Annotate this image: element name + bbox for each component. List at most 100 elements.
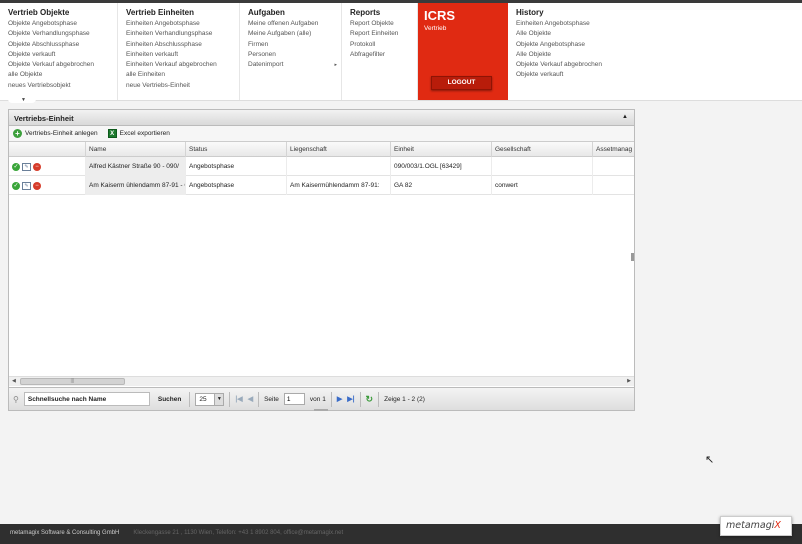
column-header-liegenschaft[interactable]: Liegenschaft [287, 142, 391, 157]
panel-toolbar: + Vertriebs-Einheit anlegen X Excel expo… [9, 126, 634, 142]
history-link[interactable]: Einheiten Angebotsphase [516, 19, 802, 29]
footer-address: Kleckengasse 21 , 1130 Wien, Telefon: +4… [133, 530, 344, 536]
nav-link[interactable]: Objekte Angebotsphase [8, 19, 117, 29]
edit-note-icon[interactable]: ✎ [22, 182, 31, 190]
history-link[interactable]: Alle Objekte [516, 29, 802, 39]
add-einheit-label: Vertriebs-Einheit anlegen [25, 130, 98, 137]
row-actions: ✓ ✎ − [9, 157, 86, 176]
nav-link[interactable]: neue Vertriebs-Einheit [126, 81, 239, 91]
nav-link[interactable]: Meine Aufgaben (alle) [248, 29, 341, 39]
page-size-value: 25 [199, 395, 207, 403]
scrollbar-thumb[interactable]: ||| [20, 378, 125, 385]
chevron-down-icon: ▼ [214, 393, 224, 405]
nav-link[interactable]: Firmen [248, 40, 341, 50]
confirm-icon[interactable]: ✓ [12, 182, 20, 190]
history-link[interactable]: Objekte Verkauf abgebrochen [516, 60, 802, 70]
logout-button[interactable]: LOGOUT [431, 76, 492, 90]
confirm-icon[interactable]: ✓ [12, 163, 20, 171]
nav-link[interactable]: Einheiten verkauft [126, 50, 239, 60]
nav-link[interactable]: Einheiten Verhandlungsphase [126, 29, 239, 39]
table-row[interactable]: ✓ ✎ − Alfred Kästner Straße 90 - 090/ An… [9, 157, 634, 176]
pager-toolbar: ⚲ Suchen 25 ▼ |◀ ◀ Seite von 1 ▶ ▶| ↻ Ze… [9, 387, 634, 410]
table-row[interactable]: ✓ ✎ − Am Kaiserm ühlendamm 87-91 - C Ang… [9, 176, 634, 195]
nav-link[interactable]: Abfragefilter [350, 50, 417, 60]
history-link[interactable]: Objekte Angebotsphase [516, 40, 802, 50]
nav-link[interactable]: alle Einheiten [126, 70, 239, 80]
nav-link[interactable]: Report Einheiten [350, 29, 417, 39]
nav-column-vertrieb-einheiten: Vertrieb Einheiten Einheiten Angebotspha… [118, 3, 240, 100]
nav-link[interactable]: Datenimport ▸ [248, 60, 341, 70]
main-navigation: Vertrieb Objekte Objekte Angebotsphase O… [0, 3, 802, 101]
next-page-icon[interactable]: ▶ [337, 395, 342, 403]
nav-column-history: History Einheiten Angebotsphase Alle Obj… [508, 3, 802, 100]
prev-page-icon[interactable]: ◀ [248, 395, 253, 403]
separator [258, 391, 260, 407]
page-number-input[interactable] [283, 393, 305, 405]
nav-link[interactable]: Einheiten Angebotsphase [126, 19, 239, 29]
excel-export-button[interactable]: X Excel exportieren [107, 129, 170, 138]
delete-icon[interactable]: − [33, 182, 41, 190]
icrs-brand-block: ICRS Vertrieb LOGOUT [418, 3, 508, 100]
separator [229, 391, 231, 407]
nav-toggle-tab[interactable]: ▼ [8, 97, 36, 103]
nav-link[interactable]: Personen [248, 50, 341, 60]
nav-column-vertrieb-objekte: Vertrieb Objekte Objekte Angebotsphase O… [0, 3, 118, 100]
collapse-icon[interactable]: ▲ [622, 114, 628, 120]
app-title: ICRS [424, 8, 456, 23]
resize-handle[interactable] [314, 409, 328, 411]
scroll-right-icon[interactable]: ▶ [627, 378, 631, 384]
page-label: Seite [264, 395, 279, 403]
page-size-select[interactable]: 25 ▼ [195, 392, 225, 406]
nav-link[interactable]: Einheiten Verkauf abgebrochen [126, 60, 239, 70]
history-link[interactable]: Objekte verkauft [516, 70, 802, 80]
edit-note-icon[interactable]: ✎ [22, 163, 31, 171]
nav-link[interactable]: Report Objekte [350, 19, 417, 29]
cell-assetmanag [593, 176, 634, 195]
first-page-icon[interactable]: |◀ [235, 395, 242, 403]
column-header-einheit[interactable]: Einheit [391, 142, 492, 157]
cell-einheit: 090/003/1.OGL [63429] [391, 157, 492, 176]
nav-link[interactable]: Meine offenen Aufgaben [248, 19, 341, 29]
column-header-status[interactable]: Status [186, 142, 287, 157]
footer: metamagix Software & Consulting GmbH Kle… [0, 524, 802, 544]
refresh-icon[interactable]: ↻ [366, 394, 374, 405]
nav-link[interactable]: Objekte Abschlussphase [8, 40, 117, 50]
search-button[interactable]: Suchen [155, 396, 184, 403]
nav-link[interactable]: Objekte Verhandlungsphase [8, 29, 117, 39]
nav-heading: Aufgaben [248, 8, 285, 17]
nav-link[interactable]: neues Vertriebsobjekt [8, 81, 117, 91]
chevron-down-icon: ▼ [21, 97, 26, 103]
mouse-cursor-icon: ↖ [705, 454, 715, 466]
cell-gesellschaft [492, 157, 593, 176]
nav-heading: Vertrieb Objekte [8, 8, 70, 17]
nav-link[interactable]: Objekte verkauft [8, 50, 117, 60]
cell-assetmanag [593, 157, 634, 176]
column-header-gesellschaft[interactable]: Gesellschaft [492, 142, 593, 157]
row-actions: ✓ ✎ − [9, 176, 86, 195]
cell-liegenschaft [287, 157, 391, 176]
nav-column-aufgaben: Aufgaben Meine offenen Aufgaben Meine Au… [240, 3, 342, 100]
history-link[interactable]: Alle Objekte [516, 50, 802, 60]
search-icon: ⚲ [13, 394, 19, 404]
last-page-icon[interactable]: ▶| [347, 395, 354, 403]
quick-search-input[interactable] [23, 392, 150, 406]
delete-icon[interactable]: − [33, 163, 41, 171]
column-header-name[interactable]: Name [86, 142, 186, 157]
excel-icon: X [107, 129, 117, 138]
nav-link[interactable]: Objekte Verkauf abgebrochen [8, 60, 117, 70]
vertriebs-einheit-panel: Vertriebs-Einheit ▲ + Vertriebs-Einheit … [8, 109, 635, 411]
add-einheit-button[interactable]: + Vertriebs-Einheit anlegen [13, 129, 98, 138]
submenu-arrow-icon: ▸ [334, 62, 337, 69]
column-header-actions [9, 142, 86, 157]
nav-link[interactable]: alle Objekte [8, 70, 117, 80]
nav-link[interactable]: Protokoll [350, 40, 417, 50]
scroll-left-icon[interactable]: ◀ [12, 378, 16, 384]
metamagix-logo: metamagiX [720, 516, 792, 536]
cell-name[interactable]: Alfred Kästner Straße 90 - 090/ [86, 157, 186, 176]
nav-heading: History [516, 8, 544, 17]
horizontal-scrollbar[interactable]: ◀ ||| ▶ [9, 376, 634, 386]
vertical-scroll-indicator[interactable] [631, 253, 634, 261]
column-header-assetmanag[interactable]: Assetmanag [593, 142, 634, 157]
cell-name[interactable]: Am Kaiserm ühlendamm 87-91 - C [86, 176, 186, 195]
nav-link[interactable]: Einheiten Abschlussphase [126, 40, 239, 50]
